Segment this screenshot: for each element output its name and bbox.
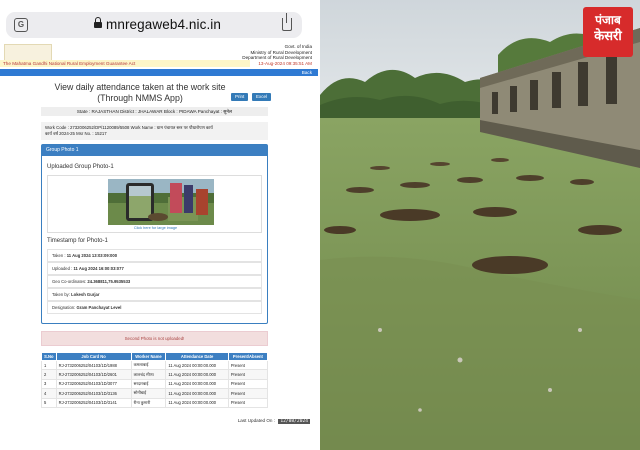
print-button[interactable]: Print [231,93,249,101]
field-photo: पंजाब केसरी [320,0,640,450]
cell-date: 11 Aug 2024 00:00:00.000 [165,378,229,390]
cell-sno: 3 [41,378,57,390]
ministry-header: Govt. of India Ministry of Rural Develop… [242,44,312,66]
table-row: 5 RJ-2732006252/04103/1D/3141 रीना कुमार… [41,397,269,408]
nmms-attendance-screenshot: G mnregaweb4.nic.in Govt. of India Minis… [0,0,318,450]
cell-sno: 5 [41,397,57,408]
server-date: 13-Aug-2024 09:35:51 AM [258,60,312,66]
location-row: State : RAJASTHAN District : JHALAWAR Bl… [41,107,268,116]
table-row: 1 RJ-2732006252/04103/1D/1988 कमलाबाई 11… [41,359,269,371]
cell-date: 11 Aug 2024 00:00:00.000 [165,359,229,371]
geo-value: 24.368811,75.9535533 [87,279,131,284]
geo-label: Geo Co-ordinates: [52,279,87,284]
cell-job-card: RJ-2732006252/04103/1D/2601 [55,369,132,380]
cell-date: 11 Aug 2024 00:00:00.000 [165,388,229,399]
uploaded-value: 11 Aug 2024 16:00:03:077 [73,266,124,271]
uploaded-row: Uploaded : 11 Aug 2024 16:00:03:077 [47,262,262,275]
cell-job-card: RJ-2732006252/04103/1D/3136 [55,388,132,399]
lock-icon [94,17,102,29]
updated-label: Last Updated On : [237,418,276,423]
photo-container: Click here for large image [47,175,262,233]
table-header-row: S.No Job Card No Worker Name Attendance … [41,352,269,361]
timestamp-title: Timestamp for Photo-1 [47,238,108,244]
cell-status: Present [227,397,269,408]
taken-label: Taken : [52,253,66,258]
logo-line-2: केसरी [594,29,622,44]
second-photo-alert: Second Photo is not uploaded! [41,331,268,346]
excel-button[interactable]: Excel [252,93,272,101]
translate-icon[interactable]: G [14,18,28,32]
table-row: 3 RJ-2732006252/04103/1D/3077 सरदारबाई 1… [41,378,269,390]
work-code-row: Work Code : 2732006252/DP/1120089/5508 W… [41,122,268,140]
attendance-table: S.No Job Card No Worker Name Attendance … [41,352,269,408]
back-link[interactable]: Back [302,69,312,76]
last-updated: Last Updated On : 12/08/2024 [238,418,310,424]
share-icon[interactable] [282,13,292,31]
field-photo-scene [320,0,640,450]
taken-by-row: Taken by: Lokesh Gurjar [47,288,262,301]
cell-worker-name: कमलाबाई [130,359,167,371]
cell-job-card: RJ-2732006252/04103/1D/3141 [55,397,132,408]
taken-row: Taken : 11 Aug 2024 13:03:09:000 [47,249,262,262]
address-bar[interactable]: G mnregaweb4.nic.in [6,12,302,38]
taken-by-value: Lokesh Gurjar [71,292,100,297]
cell-worker-name: रीना कुमारी [130,397,167,408]
logo-line-1: पंजाब [595,13,621,27]
geo-row: Geo Co-ordinates: 24.368811,75.9535533 [47,275,262,288]
cell-date: 11 Aug 2024 00:00:00.000 [165,397,229,408]
cell-worker-name: सोनीबाई [130,388,167,399]
cell-date: 11 Aug 2024 00:00:00.000 [165,369,229,380]
uploaded-photo-title: Uploaded Group Photo-1 [47,164,114,170]
col-job-card: Job Card No [55,352,132,361]
designation-value: Gram Panchayat Level [76,305,122,310]
cell-status: Present [227,359,269,371]
url-text[interactable]: mnregaweb4.nic.in [106,17,221,32]
cell-sno: 4 [41,388,57,399]
col-present-absent: Present/Absent [227,352,269,361]
scheme-name: The Mahatma Gandhi National Rural Employ… [0,60,250,67]
col-attendance-date: Attendance Date [165,352,229,361]
cell-sno: 1 [41,359,57,371]
punjab-kesari-logo: पंजाब केसरी [583,7,633,57]
cell-status: Present [227,369,269,380]
cell-job-card: RJ-2732006252/04103/1D/1988 [55,359,132,371]
taken-value: 11 Aug 2024 13:03:09:000 [66,253,118,258]
cell-status: Present [227,378,269,390]
cell-worker-name: सरदारबाई [130,378,167,390]
work-code-line-2: कार्य वर्ष 2024-25 Msr No. : 15217 [45,131,107,136]
cell-sno: 2 [41,369,57,380]
designation-label: Designation: [52,305,76,310]
col-worker-name: Worker Name [130,352,167,361]
designation-row: Designation: Gram Panchayat Level [47,301,262,314]
gov-line-3: Department of Rural Development [242,55,312,61]
updated-value: 12/08/2024 [278,419,310,424]
panel-title: Group Photo 1 [42,145,267,156]
cell-job-card: RJ-2732006252/04103/1D/3077 [55,378,132,390]
table-row: 4 RJ-2732006252/04103/1D/3136 सोनीबाई 11… [41,388,269,399]
table-row: 2 RJ-2732006252/04103/1D/2601 लालचंद मीण… [41,369,269,380]
uploaded-label: Uploaded : [52,266,73,271]
large-image-link[interactable]: Click here for large image [48,226,263,230]
cell-worker-name: लालचंद मीणा [130,369,167,380]
group-photo-panel: Group Photo 1 Uploaded Group Photo-1 Cli… [41,144,268,324]
col-sno: S.No [41,352,57,361]
taken-by-label: Taken by: [52,292,70,297]
group-photo-thumbnail[interactable] [108,179,214,225]
nav-bar: Back [0,69,318,76]
page-title: View daily attendance taken at the work … [54,82,226,103]
cell-status: Present [227,388,269,399]
